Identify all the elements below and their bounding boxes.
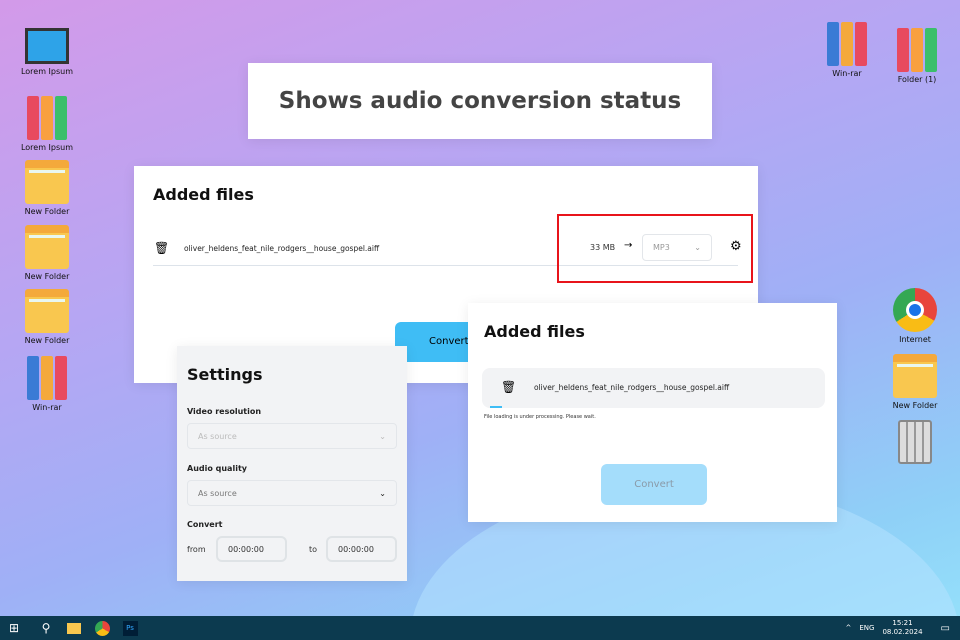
notification-icon[interactable]: ▭ — [941, 623, 950, 634]
progress-bar — [490, 406, 502, 408]
folder-icon — [893, 354, 937, 398]
file-explorer-icon[interactable] — [60, 616, 88, 640]
windows-start-icon[interactable]: ⊞ — [0, 616, 28, 640]
desktop-icon-label: Lorem Ipsum — [20, 67, 74, 76]
photoshop-icon[interactable]: Ps — [116, 616, 144, 640]
window-title: Added files — [484, 322, 585, 341]
taskbar: ⊞ ⚲ Ps ^ ENG 15:21 08.02.2024 ▭ — [0, 616, 960, 640]
settings-title: Settings — [187, 365, 263, 384]
desktop-icon-folder[interactable]: New Folder — [883, 354, 947, 410]
chevron-down-icon: ⌄ — [379, 488, 386, 498]
time-value: 00:00:00 — [228, 544, 264, 554]
trash-icon[interactable]: 🗑 — [501, 380, 516, 394]
computer-icon — [25, 28, 69, 64]
time-value: 00:00:00 — [338, 544, 374, 554]
search-icon[interactable]: ⚲ — [32, 616, 60, 640]
binders-icon — [25, 96, 69, 140]
from-label: from — [187, 545, 206, 554]
audio-quality-select[interactable]: As source ⌄ — [187, 480, 397, 506]
date: 08.02.2024 — [882, 628, 923, 636]
convert-button-disabled[interactable]: Convert — [601, 464, 707, 505]
settings-panel: Settings Video resolution As source ⌄ Aud… — [177, 346, 407, 581]
audio-quality-label: Audio quality — [187, 464, 247, 473]
file-name: oliver_heldens_feat_nile_rodgers__house_… — [534, 383, 730, 392]
desktop-icon-label: New Folder — [892, 401, 938, 410]
desktop-icon-binders[interactable]: Lorem Ipsum — [15, 96, 79, 152]
to-time-input[interactable]: 00:00:00 — [326, 536, 397, 562]
file-row: 🗑 oliver_heldens_feat_nile_rodgers__hous… — [482, 368, 825, 408]
chrome-icon — [893, 288, 937, 332]
folder-icon — [25, 289, 69, 333]
caption-banner: Shows audio conversion status — [248, 63, 712, 139]
folder-icon — [25, 160, 69, 204]
desktop-icon-label: Win-rar — [832, 69, 862, 78]
convert-label: Convert — [634, 479, 674, 490]
desktop-icon-folder[interactable]: New Folder — [15, 289, 79, 345]
clock[interactable]: 15:21 08.02.2024 — [882, 619, 922, 637]
language-indicator[interactable]: ENG — [859, 624, 874, 632]
desktop-icon-label: Internet — [899, 335, 931, 344]
trash-icon[interactable]: 🗑 — [154, 241, 169, 255]
desktop-icon-recycle-bin[interactable] — [883, 420, 947, 467]
winrar-icon — [25, 356, 69, 400]
chevron-down-icon: ⌄ — [379, 431, 386, 441]
desktop-icon-winrar[interactable]: Win-rar — [815, 22, 879, 78]
binders-icon — [895, 28, 939, 72]
winrar-icon — [825, 22, 869, 66]
to-label: to — [309, 545, 318, 554]
window-title: Added files — [153, 185, 254, 204]
status-text: File loading is under processing. Please… — [484, 414, 596, 420]
added-files-processing-window: Added files 🗑 oliver_heldens_feat_nile_r… — [468, 303, 837, 522]
video-resolution-label: Video resolution — [187, 407, 262, 416]
select-value: As source — [198, 431, 237, 441]
desktop-icon-folder[interactable]: New Folder — [15, 160, 79, 216]
desktop-icon-winrar[interactable]: Win-rar — [15, 356, 79, 412]
folder-icon — [25, 225, 69, 269]
desktop-icon-binders[interactable]: Folder (1) — [885, 28, 949, 84]
video-resolution-select[interactable]: As source ⌄ — [187, 423, 397, 449]
chrome-icon[interactable] — [88, 616, 116, 640]
desktop-icon-computer[interactable]: Lorem Ipsum — [15, 28, 79, 76]
select-value: As source — [198, 488, 237, 498]
time: 15:21 — [892, 619, 913, 627]
recycle-bin-icon — [898, 420, 932, 464]
desktop-icon-label: Folder (1) — [897, 75, 937, 84]
desktop-icon-internet[interactable]: Internet — [883, 288, 947, 344]
desktop-icon-folder[interactable]: New Folder — [15, 225, 79, 281]
from-time-input[interactable]: 00:00:00 — [216, 536, 287, 562]
convert-label: Convert — [187, 520, 223, 529]
desktop-icon-label: New Folder — [24, 272, 70, 281]
highlight-box — [557, 214, 753, 283]
desktop-icon-label: Win-rar — [32, 403, 62, 412]
convert-label: Convert — [429, 336, 469, 347]
caption-text: Shows audio conversion status — [278, 88, 682, 114]
desktop-icon-label: New Folder — [24, 336, 70, 345]
file-name: oliver_heldens_feat_nile_rodgers__house_… — [184, 244, 380, 253]
desktop-icon-label: Lorem Ipsum — [20, 143, 74, 152]
desktop-icon-label: New Folder — [24, 207, 70, 216]
chevron-up-icon[interactable]: ^ — [845, 624, 851, 632]
